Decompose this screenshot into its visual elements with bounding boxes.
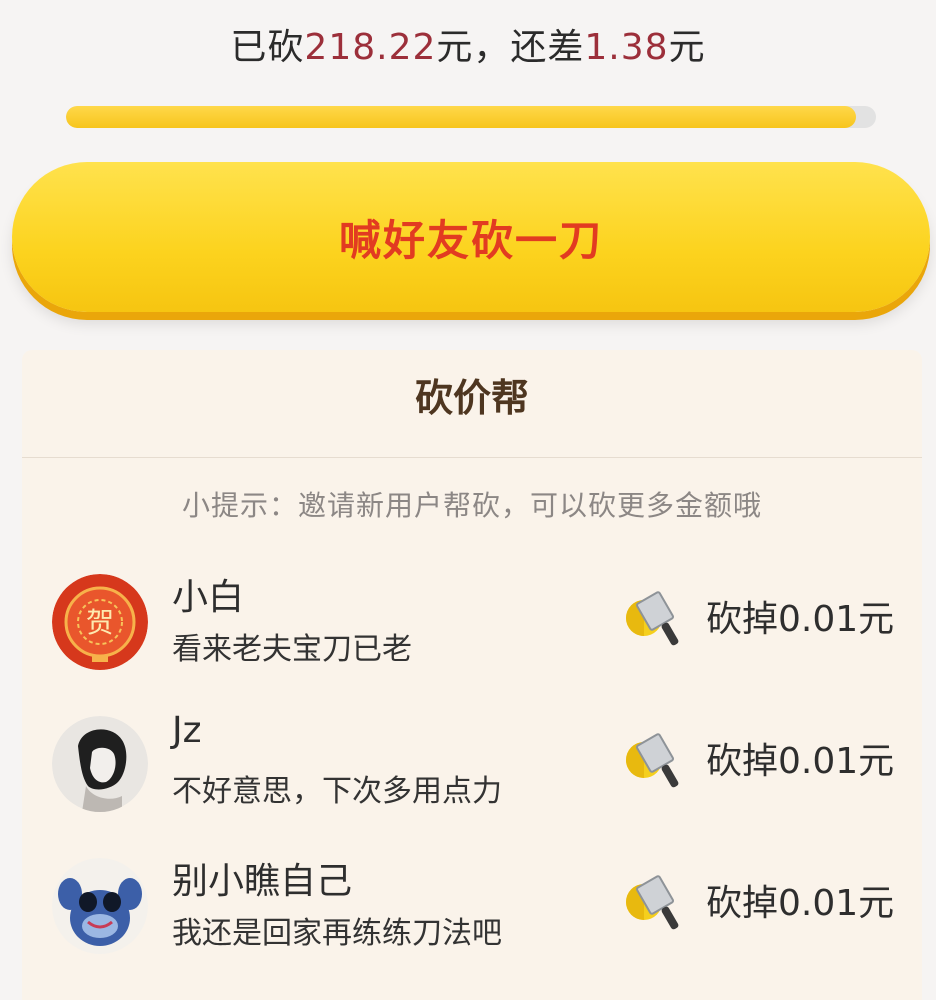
invite-friend-label: 喊好友砍一刀 <box>338 215 603 265</box>
bargain-progress-bar <box>66 106 876 128</box>
progress-fill <box>66 106 856 128</box>
red-fortune-avatar[interactable]: 贺 <box>52 574 148 670</box>
bargain-status: 已砍218.22元，还差1.38元 <box>0 18 936 70</box>
helpers-panel: 砍价帮 小提示：邀请新用户帮砍，可以砍更多金额哦 贺 小白 看来老夫宝刀已老 砍… <box>22 350 922 1000</box>
helper-message: 我还是回家再练练刀法吧 <box>172 916 502 951</box>
cleaver-coin-icon <box>626 591 679 646</box>
helper-row: Jz 不好意思，下次多用点力 砍掉0.01元 <box>22 710 922 852</box>
helper-cut-amount: 砍掉0.01元 <box>706 883 895 924</box>
cleaver-coin-icon <box>626 733 679 788</box>
helper-name: 别小瞧自己 <box>172 861 353 902</box>
cleaver-coin-icon <box>626 875 679 930</box>
status-suffix: 元 <box>668 27 706 68</box>
helper-name: 小白 <box>172 577 245 618</box>
helper-list: 贺 小白 看来老夫宝刀已老 砍掉0.01元 Jz 不好意思，下次多用点力 砍掉0… <box>22 568 922 994</box>
helper-cut-amount: 砍掉0.01元 <box>706 599 895 640</box>
bargain-page: 已砍218.22元，还差1.38元 喊好友砍一刀 砍价帮 小提示：邀请新用户帮砍… <box>0 0 936 1000</box>
panel-title: 砍价帮 <box>22 350 922 458</box>
invite-tip: 小提示：邀请新用户帮砍，可以砍更多金额哦 <box>181 489 762 522</box>
helper-cut-amount: 砍掉0.01元 <box>706 741 895 782</box>
cut-amount: 218.22 <box>304 27 437 68</box>
helper-message: 看来老夫宝刀已老 <box>172 632 412 667</box>
helper-row: 贺 小白 看来老夫宝刀已老 砍掉0.01元 <box>22 568 922 710</box>
woman-portrait-avatar[interactable] <box>52 716 148 812</box>
status-prefix: 已砍 <box>230 27 305 68</box>
svg-text:贺: 贺 <box>86 606 114 639</box>
remaining-amount: 1.38 <box>584 27 669 68</box>
helper-row: 别小瞧自己 我还是回家再练练刀法吧 砍掉0.01元 <box>22 852 922 994</box>
helper-name: Jz <box>172 710 202 751</box>
status-middle: 元，还差 <box>436 27 585 68</box>
helper-message: 不好意思，下次多用点力 <box>172 774 502 809</box>
invite-friend-button[interactable]: 喊好友砍一刀 <box>12 162 930 312</box>
blue-cartoon-avatar[interactable] <box>52 858 148 954</box>
